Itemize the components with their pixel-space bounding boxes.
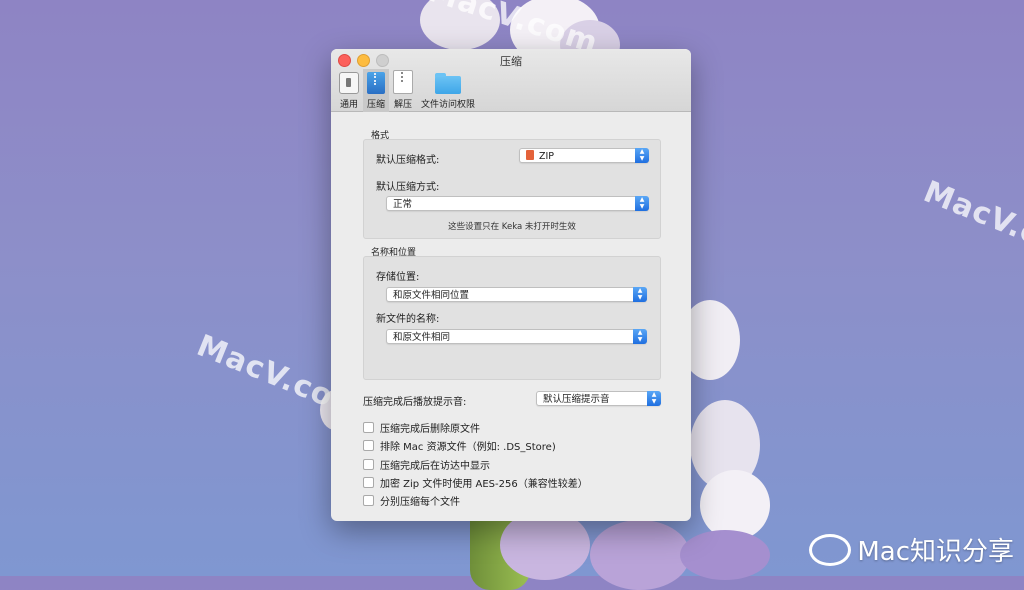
popup-value: 正常 [393,199,413,210]
popup-arrows-icon: ▲ ▼ [633,287,647,302]
settings-note: 这些设置只在 Keka 未打开时生效 [448,222,576,232]
tab-label: 通用 [339,100,358,110]
watermark: MacV.co [918,174,1024,261]
checkbox[interactable] [363,477,374,488]
tab-label: 解压 [394,100,413,110]
popup-arrows-icon: ▲ ▼ [635,148,649,163]
option-label: 压缩完成后删除原文件 [380,424,480,435]
option-label: 加密 Zip 文件时使用 AES-256（兼容性较差） [380,479,588,490]
tab-label: 压缩 [367,100,386,110]
default-method-popup[interactable]: 正常 ▲ ▼ [386,196,649,211]
default-method-label: 默认压缩方式: [376,182,440,193]
option-delete-original[interactable]: 压缩完成后删除原文件 [363,420,480,435]
brand-label: Mac知识分享 [809,531,1014,568]
default-format-popup[interactable]: ZIP ▲ ▼ [519,148,649,163]
zip-file-icon [526,150,534,160]
popup-arrows-icon: ▲ ▼ [633,329,647,344]
popup-value: ZIP [539,151,555,162]
checkbox[interactable] [363,495,374,506]
popup-value: 默认压缩提示音 [543,394,610,405]
brand-text: Mac知识分享 [857,537,1014,567]
option-show-in-finder[interactable]: 压缩完成后在访达中显示 [363,457,490,472]
popup-arrows-icon: ▲ ▼ [647,391,661,406]
new-name-popup[interactable]: 和原文件相同 ▲ ▼ [386,329,647,344]
naming-group: 存储位置: 和原文件相同位置 ▲ ▼ 新文件的名称: 和原文件相同 ▲ ▼ [363,256,661,380]
preferences-window: 压缩 通用 压缩 解压 文件访问权限 格式 默认压缩格式: ZIP ▲ ▼ 默认… [331,49,691,521]
tab-general[interactable]: 通用 [335,69,363,112]
unzip-icon [393,70,414,94]
zip-icon [367,72,385,94]
tab-compress[interactable]: 压缩 [363,69,390,112]
option-compress-separately[interactable]: 分别压缩每个文件 [363,493,460,508]
popup-arrows-icon: ▲ ▼ [635,196,649,211]
checkbox[interactable] [363,440,374,451]
checkbox[interactable] [363,422,374,433]
checkbox[interactable] [363,459,374,470]
location-popup[interactable]: 和原文件相同位置 ▲ ▼ [386,287,647,302]
general-icon [339,72,359,94]
toolbar-tabs: 通用 压缩 解压 文件访问权限 [335,69,479,112]
format-group: 默认压缩格式: ZIP ▲ ▼ 默认压缩方式: 正常 ▲ ▼ 这些设置只在 Keka… [363,139,661,239]
tab-extract[interactable]: 解压 [389,69,417,112]
window-title: 压缩 [500,55,522,68]
new-name-label: 新文件的名称: [376,314,440,325]
folder-icon [435,73,462,94]
tab-label: 文件访问权限 [421,100,476,110]
default-format-label: 默认压缩格式: [376,155,440,166]
popup-value: 和原文件相同位置 [393,290,470,301]
sound-label: 压缩完成后播放提示音: [363,397,467,408]
popup-value: 和原文件相同 [393,332,451,343]
location-label: 存储位置: [376,272,420,283]
tab-file-access[interactable]: 文件访问权限 [417,69,479,112]
option-label: 排除 Mac 资源文件（例如: .DS_Store) [380,442,556,453]
option-label: 分别压缩每个文件 [380,497,460,508]
title-bar: 压缩 通用 压缩 解压 文件访问权限 [331,49,691,112]
weibo-logo-icon [809,533,852,566]
option-label: 压缩完成后在访达中显示 [380,461,490,472]
option-exclude-mac-resources[interactable]: 排除 Mac 资源文件（例如: .DS_Store) [363,438,556,453]
option-aes256[interactable]: 加密 Zip 文件时使用 AES-256（兼容性较差） [363,475,588,490]
sound-popup[interactable]: 默认压缩提示音 ▲ ▼ [536,391,661,406]
